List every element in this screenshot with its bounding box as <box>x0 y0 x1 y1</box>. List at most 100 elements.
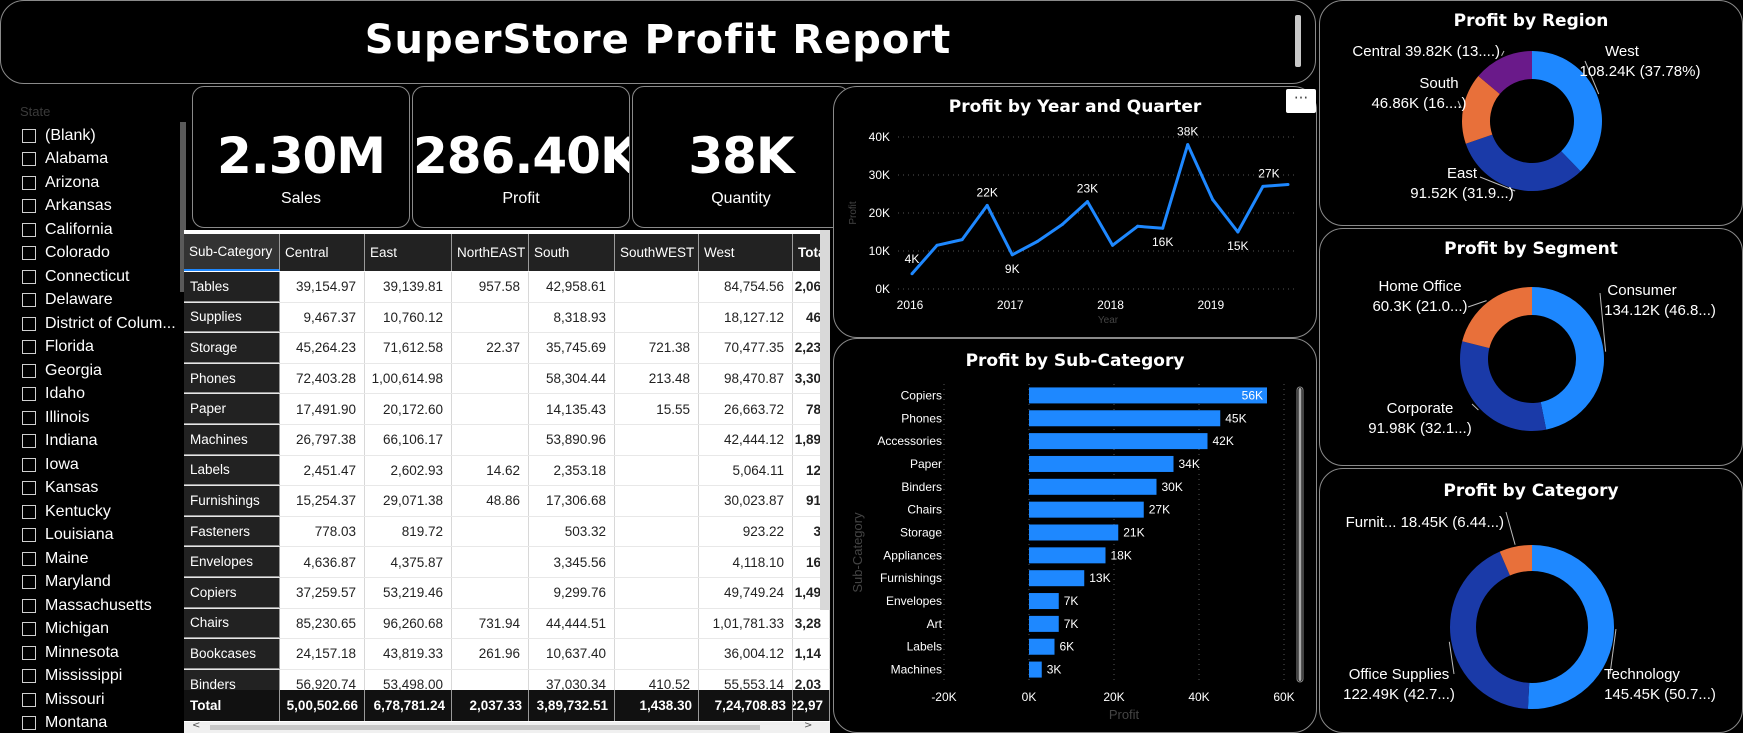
bar[interactable] <box>1029 501 1144 518</box>
bar[interactable] <box>1029 433 1208 450</box>
donut-slice[interactable] <box>1465 134 1581 191</box>
slicer-item[interactable]: Kansas <box>22 477 182 501</box>
data-point[interactable] <box>1261 184 1265 188</box>
data-point[interactable] <box>910 272 914 276</box>
slicer-item[interactable]: Minnesota <box>22 641 182 665</box>
data-point[interactable] <box>1085 200 1089 204</box>
table-row[interactable]: Labels 2,451.47 2,602.93 14.62 2,353.18 5,064… <box>184 455 830 487</box>
slicer-item[interactable]: Montana <box>22 712 182 733</box>
slicer-item[interactable]: Iowa <box>22 453 182 477</box>
column-header[interactable]: West <box>699 234 793 271</box>
table-row[interactable]: Tables 39,154.97 39,139.81 957.58 42,958.61 8… <box>184 272 830 303</box>
slicer-item[interactable]: District of Colum... <box>22 312 182 336</box>
data-point[interactable] <box>1035 240 1039 243</box>
profit-matrix-table[interactable]: Sub-Category Central East NorthEAST South Sou… <box>184 230 830 733</box>
donut-slice[interactable] <box>1460 341 1547 431</box>
bar[interactable] <box>1029 387 1267 404</box>
checkbox[interactable] <box>22 340 36 355</box>
matrix-vertical-scrollbar[interactable] <box>820 230 830 610</box>
table-row[interactable]: Paper 17,491.90 20,172.60 14,135.43 15.55 26,… <box>184 394 830 425</box>
bar[interactable] <box>1029 661 1042 678</box>
table-row[interactable]: Supplies 9,467.37 10,760.12 8,318.93 18,127.… <box>184 302 830 334</box>
checkbox[interactable] <box>22 528 36 543</box>
checkbox[interactable] <box>22 669 36 684</box>
checkbox[interactable] <box>22 457 36 472</box>
bar[interactable] <box>1029 547 1106 564</box>
checkbox[interactable] <box>22 316 36 331</box>
table-row[interactable]: Bookcases 24,157.18 43,819.33 261.96 10,637.… <box>184 639 830 670</box>
scroll-right-icon[interactable]: > <box>804 720 812 731</box>
bar[interactable] <box>1029 455 1174 472</box>
slicer-item[interactable]: Arkansas <box>22 195 182 219</box>
checkbox[interactable] <box>22 645 36 660</box>
checkbox[interactable] <box>22 222 36 237</box>
checkbox[interactable] <box>22 387 36 402</box>
more-options-button[interactable]: ··· <box>1286 89 1316 113</box>
checkbox[interactable] <box>22 692 36 707</box>
checkbox[interactable] <box>22 246 36 261</box>
donut-slice[interactable] <box>1462 287 1532 349</box>
slicer-item[interactable]: California <box>22 218 182 242</box>
data-point[interactable] <box>1186 143 1190 147</box>
donut-slice[interactable] <box>1450 551 1530 709</box>
column-header[interactable]: East <box>365 234 452 271</box>
data-point[interactable] <box>1211 198 1215 202</box>
slicer-item[interactable]: Louisiana <box>22 524 182 548</box>
table-row[interactable]: Furnishings 15,254.37 29,071.38 48.86 17,306… <box>184 486 830 517</box>
slicer-item[interactable]: Massachusetts <box>22 594 182 618</box>
checkbox[interactable] <box>22 293 36 308</box>
data-point[interactable] <box>985 203 989 207</box>
bar[interactable] <box>1029 570 1085 587</box>
bar[interactable] <box>1029 524 1119 541</box>
slicer-item[interactable]: Michigan <box>22 618 182 642</box>
slicer-item[interactable]: Delaware <box>22 289 182 313</box>
checkbox[interactable] <box>22 504 36 519</box>
checkbox[interactable] <box>22 410 36 425</box>
data-point[interactable] <box>1111 243 1115 247</box>
chart-scroll-thumb[interactable] <box>1298 388 1302 681</box>
slicer-item[interactable]: Georgia <box>22 359 182 383</box>
slicer-item[interactable]: Kentucky <box>22 500 182 524</box>
table-row[interactable]: Phones 72,403.28 1,00,614.98 58,304.44 213.4… <box>184 363 830 395</box>
column-header[interactable]: South <box>529 234 615 271</box>
bar[interactable] <box>1029 593 1059 610</box>
donut-slice[interactable] <box>1527 545 1615 709</box>
column-header[interactable]: NorthEAST <box>452 234 529 271</box>
data-point[interactable] <box>935 243 939 247</box>
slicer-item[interactable]: Connecticut <box>22 265 182 289</box>
table-row[interactable]: Fasteners 778.03 819.72 503.32 923.22 3 <box>184 516 830 548</box>
table-row[interactable]: Envelopes 4,636.87 4,375.87 3,345.56 4,118.1… <box>184 547 830 578</box>
scroll-thumb[interactable] <box>210 725 760 730</box>
bar[interactable] <box>1029 615 1059 632</box>
slicer-item[interactable]: Alabama <box>22 148 182 172</box>
checkbox[interactable] <box>22 622 36 637</box>
matrix-horizontal-scrollbar[interactable]: < > <box>184 720 830 733</box>
slicer-item[interactable]: Arizona <box>22 171 182 195</box>
bar[interactable] <box>1029 410 1221 427</box>
bar[interactable] <box>1029 638 1055 655</box>
slicer-item[interactable]: Mississippi <box>22 665 182 689</box>
checkbox[interactable] <box>22 551 36 566</box>
data-point[interactable] <box>1236 230 1240 234</box>
slicer-item[interactable]: Florida <box>22 336 182 360</box>
slicer-item[interactable]: Idaho <box>22 383 182 407</box>
slicer-item[interactable]: Colorado <box>22 242 182 266</box>
column-header[interactable]: Central <box>280 234 365 271</box>
data-point[interactable] <box>1161 226 1165 230</box>
data-point[interactable] <box>960 238 964 242</box>
checkbox[interactable] <box>22 481 36 496</box>
data-point[interactable] <box>1286 183 1290 186</box>
column-header[interactable]: SouthWEST <box>615 234 699 271</box>
data-point[interactable] <box>1060 222 1064 226</box>
scroll-left-icon[interactable]: < <box>192 720 200 731</box>
checkbox[interactable] <box>22 575 36 590</box>
profit-series-line[interactable] <box>910 143 1289 275</box>
table-row[interactable]: Chairs 85,230.65 96,260.68 731.94 44,444.51 1… <box>184 608 830 640</box>
slicer-item[interactable]: (Blank) <box>22 124 182 148</box>
column-header[interactable]: Sub-Category <box>184 234 280 271</box>
checkbox[interactable] <box>22 716 36 731</box>
checkbox[interactable] <box>22 434 36 449</box>
checkbox[interactable] <box>22 363 36 378</box>
data-point[interactable] <box>1010 253 1014 257</box>
slicer-item[interactable]: Illinois <box>22 406 182 430</box>
